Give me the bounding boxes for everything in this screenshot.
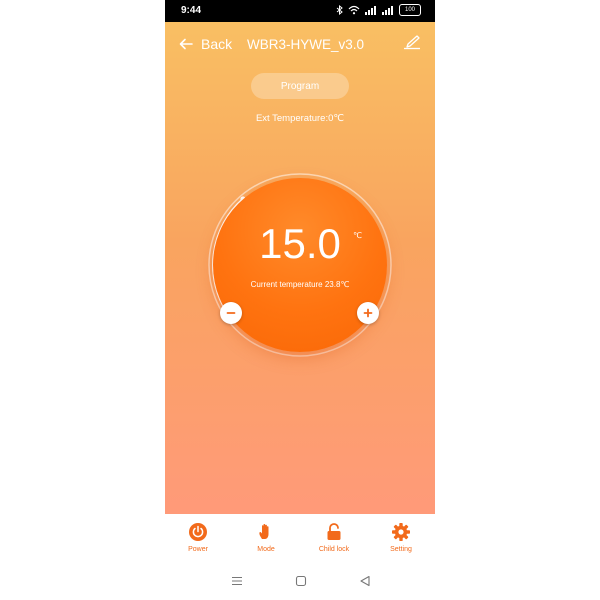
bottom-tab-bar: Power Mode Child lock Setting — [165, 514, 435, 564]
edit-pen-icon — [404, 35, 420, 50]
gear-icon — [392, 523, 410, 541]
unlock-icon — [327, 523, 341, 540]
system-navigation-bar — [165, 566, 435, 600]
recents-menu-icon[interactable] — [231, 575, 243, 587]
increase-temperature-button[interactable] — [357, 302, 379, 324]
tab-setting-label: Setting — [390, 546, 412, 553]
tab-setting[interactable]: Setting — [371, 522, 431, 553]
wifi-icon — [348, 5, 360, 15]
tab-power[interactable]: Power — [168, 522, 228, 553]
ext-temperature: Ext Temperature:0℃ — [255, 113, 345, 124]
minus-icon — [226, 312, 236, 314]
status-bar: 9:44 100 — [165, 0, 435, 22]
phone-screen: 9:44 100 Back WBR3-HYWE_v3.0 Program Ext… — [165, 0, 435, 600]
plus-icon — [363, 308, 373, 318]
setpoint-unit: ℃ — [353, 231, 362, 240]
back-triangle-icon[interactable] — [359, 575, 371, 587]
hand-icon — [259, 524, 269, 539]
tab-child-lock[interactable]: Child lock — [304, 522, 364, 553]
back-button[interactable]: Back — [179, 36, 232, 52]
decrease-temperature-button[interactable] — [220, 302, 242, 324]
signal-icon-2 — [382, 6, 393, 15]
page-title: WBR3-HYWE_v3.0 — [247, 37, 365, 52]
current-temperature: Current temperature 23.8℃ — [250, 280, 350, 289]
signal-icon — [365, 6, 376, 15]
power-icon — [189, 523, 207, 541]
tab-mode[interactable]: Mode — [236, 522, 296, 553]
back-label: Back — [201, 36, 233, 52]
tab-child-lock-label: Child lock — [318, 546, 350, 553]
battery-icon: 100 — [399, 4, 421, 16]
tab-power-label: Power — [188, 546, 208, 553]
back-arrow-icon — [179, 38, 193, 50]
status-icons: 100 — [336, 4, 421, 16]
setpoint-temperature: 15.0 — [259, 220, 341, 267]
bluetooth-icon — [336, 5, 343, 15]
status-time: 9:44 — [181, 5, 202, 16]
thermostat-screen: Back WBR3-HYWE_v3.0 Program Ext Temperat… — [165, 22, 435, 514]
home-icon[interactable] — [295, 575, 307, 587]
tab-mode-label: Mode — [257, 546, 275, 553]
program-button[interactable]: Program — [251, 73, 349, 99]
edit-button[interactable] — [403, 34, 421, 55]
